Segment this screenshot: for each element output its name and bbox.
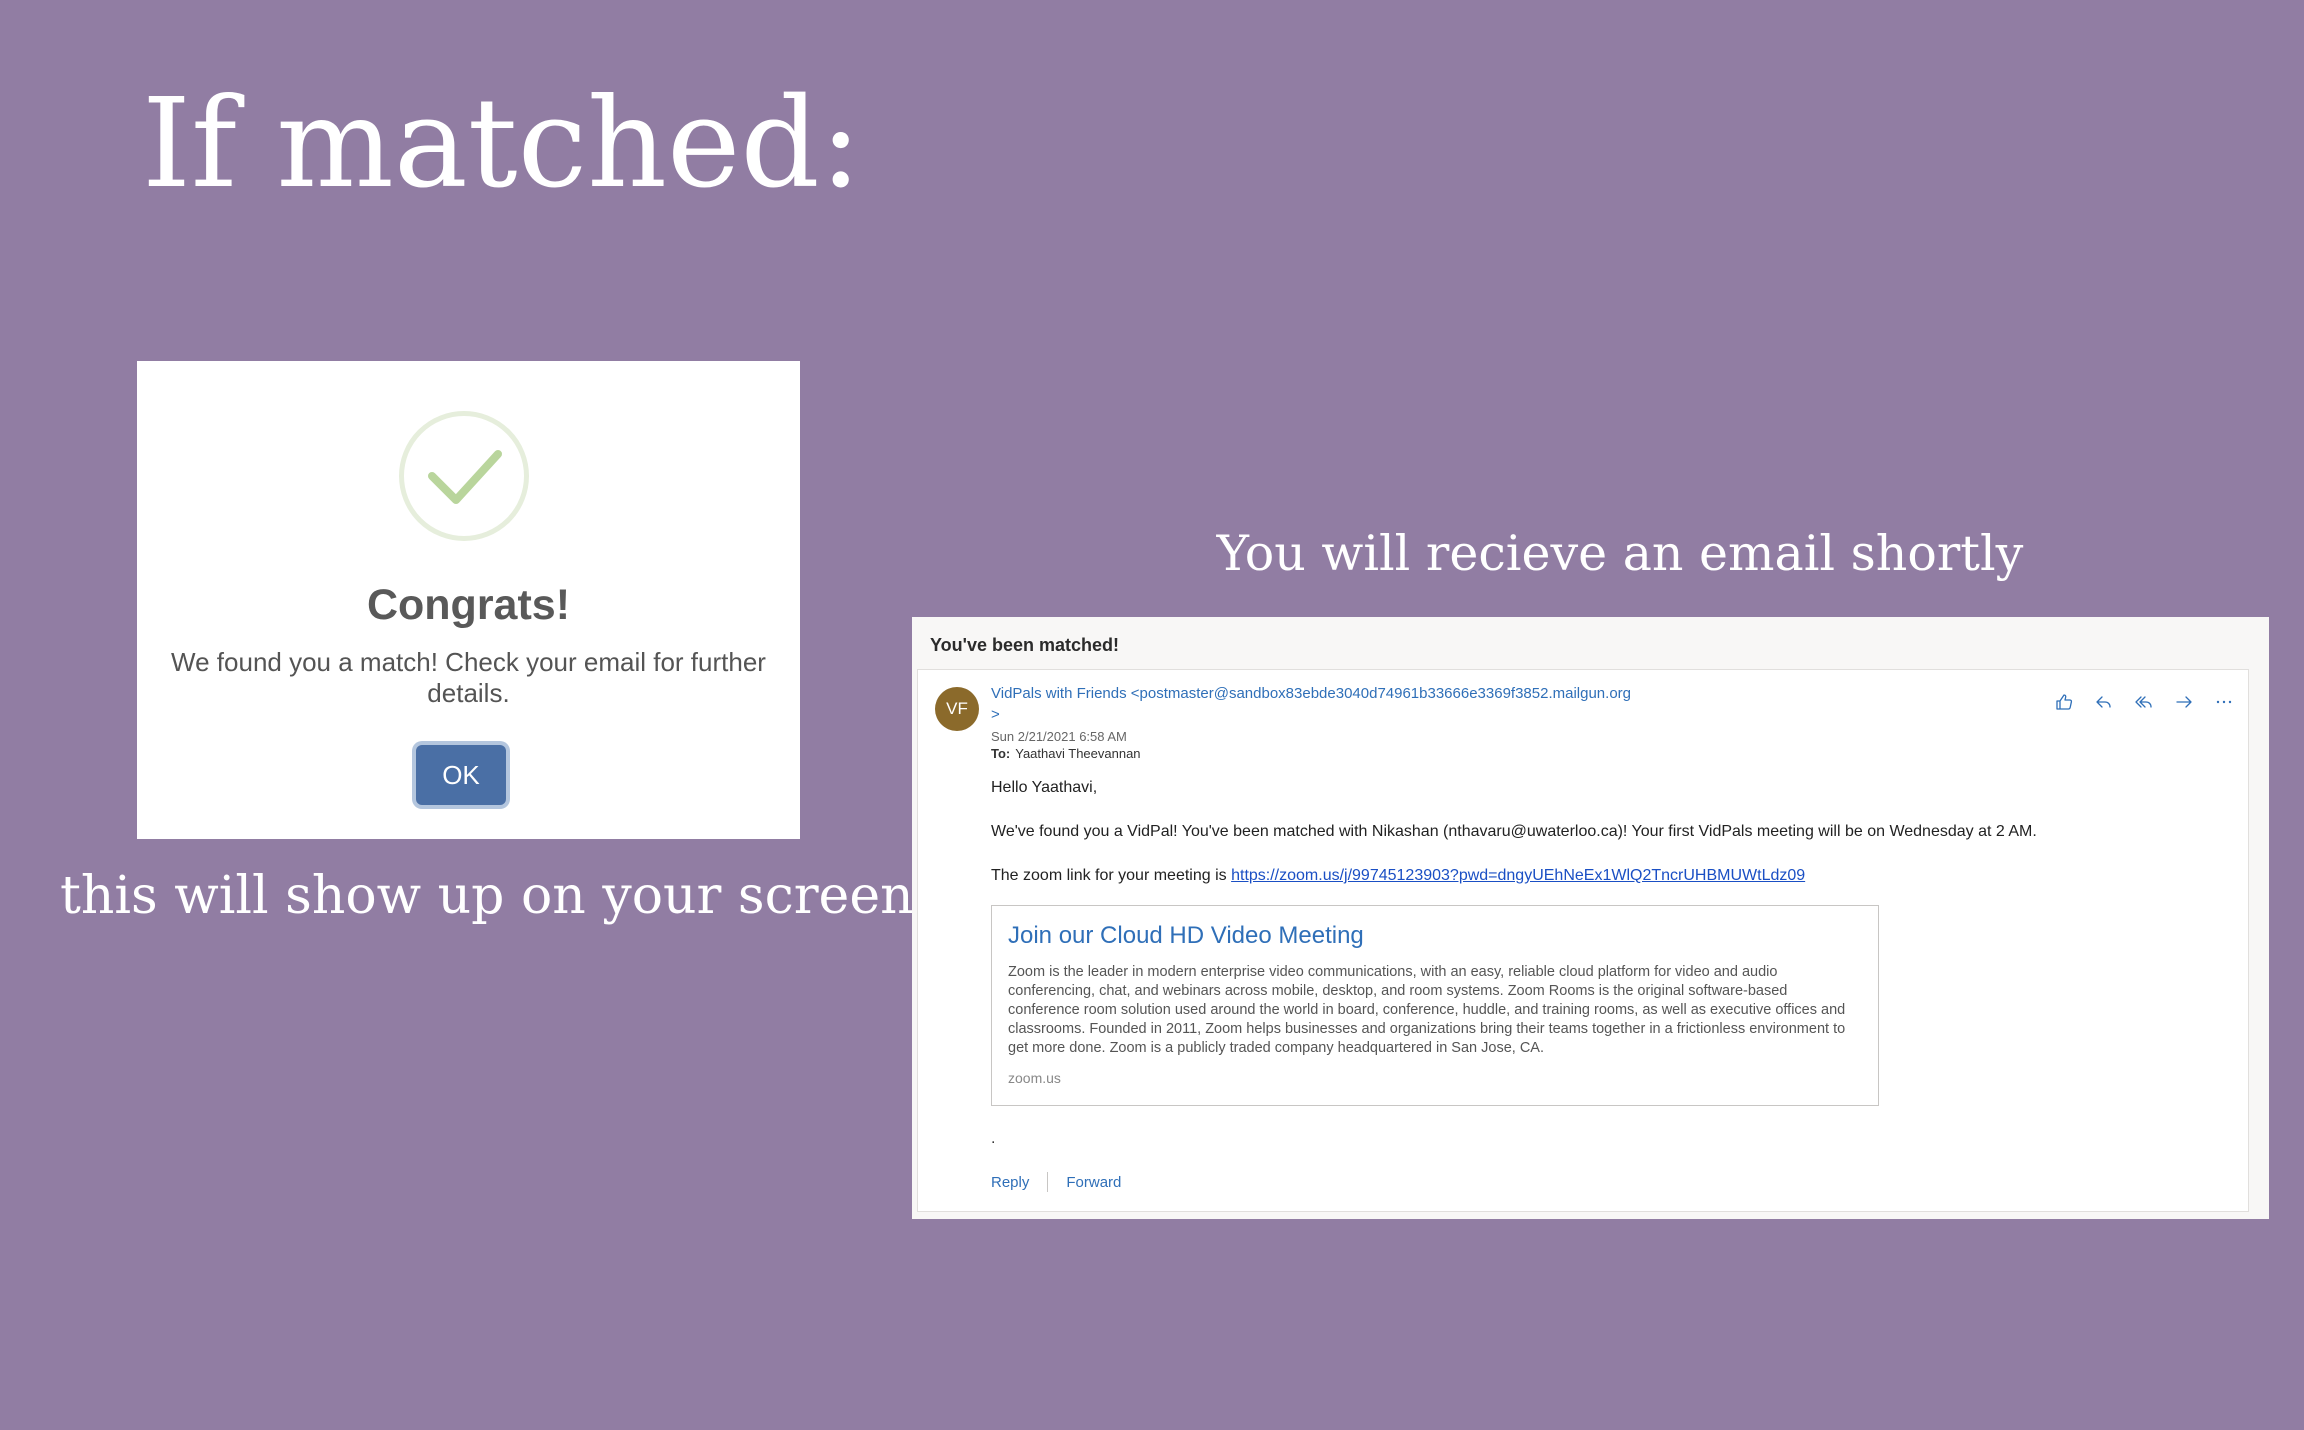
link-prefix: The zoom link for your meeting is [991, 867, 1232, 884]
match-dialog: Congrats! We found you a match! Check yo… [137, 361, 800, 839]
reply-button[interactable]: Reply [991, 1174, 1029, 1191]
dialog-message: We found you a match! Check your email f… [171, 647, 766, 708]
dialog-title: Congrats! [366, 581, 571, 629]
to-label: To: [991, 746, 1011, 761]
recipient: Yaathavi Theevannan [1015, 746, 1141, 761]
more-icon[interactable] [2214, 692, 2234, 712]
dialog-caption: this will show up on your screen [60, 866, 914, 926]
message-actions [2054, 692, 2234, 712]
check-icon [428, 450, 502, 504]
email-footer-actions: Reply Forward [991, 1172, 1121, 1192]
success-circle [399, 411, 529, 541]
preview-title[interactable]: Join our Cloud HD Video Meeting [1008, 922, 1862, 950]
sender[interactable]: VidPals with Friends <postmaster@sandbox… [991, 683, 1631, 725]
email-window: You've been matched! VF VidPals with Fri… [912, 617, 2269, 1219]
forward-button[interactable]: Forward [1066, 1174, 1121, 1191]
divider [1047, 1172, 1049, 1192]
zoom-link[interactable]: https://zoom.us/j/99745123903?pwd=dngyUE… [1231, 867, 1805, 884]
email-body-match: We've found you a VidPal! You've been ma… [991, 823, 2037, 840]
email-body-link-line: The zoom link for your meeting is https:… [991, 867, 1805, 885]
email-caption: You will recieve an email shortly [1216, 525, 2024, 582]
avatar: VF [935, 687, 979, 731]
email-date: Sun 2/21/2021 6:58 AM [991, 729, 1127, 744]
trailing-text: . [991, 1130, 996, 1147]
slide-title: If matched: [142, 72, 862, 216]
ok-button[interactable]: OK [416, 745, 506, 805]
email-greeting: Hello Yaathavi, [991, 779, 1098, 796]
forward-icon[interactable] [2174, 692, 2194, 712]
reply-all-icon[interactable] [2134, 692, 2154, 712]
recipient-line: To: Yaathavi Theevannan [991, 746, 1141, 761]
reply-icon[interactable] [2094, 692, 2114, 712]
email-subject: You've been matched! [930, 635, 1119, 655]
email-message: VF VidPals with Friends <postmaster@sand… [917, 669, 2249, 1212]
link-preview-card[interactable]: Join our Cloud HD Video Meeting Zoom is … [991, 905, 1879, 1106]
preview-domain: zoom.us [1008, 1070, 1061, 1086]
preview-description: Zoom is the leader in modern enterprise … [1008, 964, 1846, 1056]
like-icon[interactable] [2054, 692, 2074, 712]
